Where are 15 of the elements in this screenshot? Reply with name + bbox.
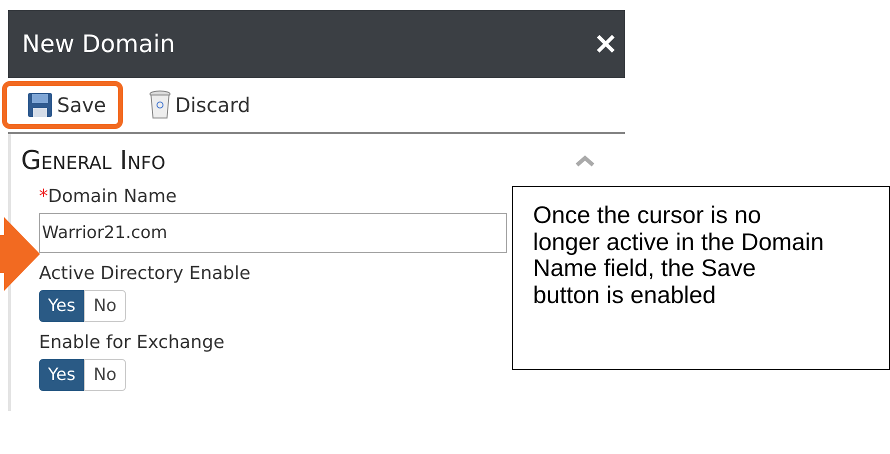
callout-note: Once the cursor is no longer active in the Domain Name field, the Save button is enabled [512,186,890,370]
field-label: *Domain Name [39,186,177,207]
toggle-option[interactable]: No [84,359,126,391]
dialog-title: New Domain [22,30,176,58]
toggle-option[interactable]: Yes [39,290,84,322]
field-label: Enable for Exchange [39,332,224,353]
save-button[interactable]: Save [2,81,124,129]
field-label: Active Directory Enable [39,263,250,284]
section-title: General Info [21,146,166,176]
close-button[interactable]: ✕ [594,28,617,60]
domain-name-field[interactable]: Warrior21.com [39,213,507,253]
trash-can-icon [149,90,172,120]
collapse-chevron-icon[interactable] [575,155,595,167]
toggle-option[interactable]: No [84,290,126,322]
toggle-option[interactable]: Yes [39,359,84,391]
